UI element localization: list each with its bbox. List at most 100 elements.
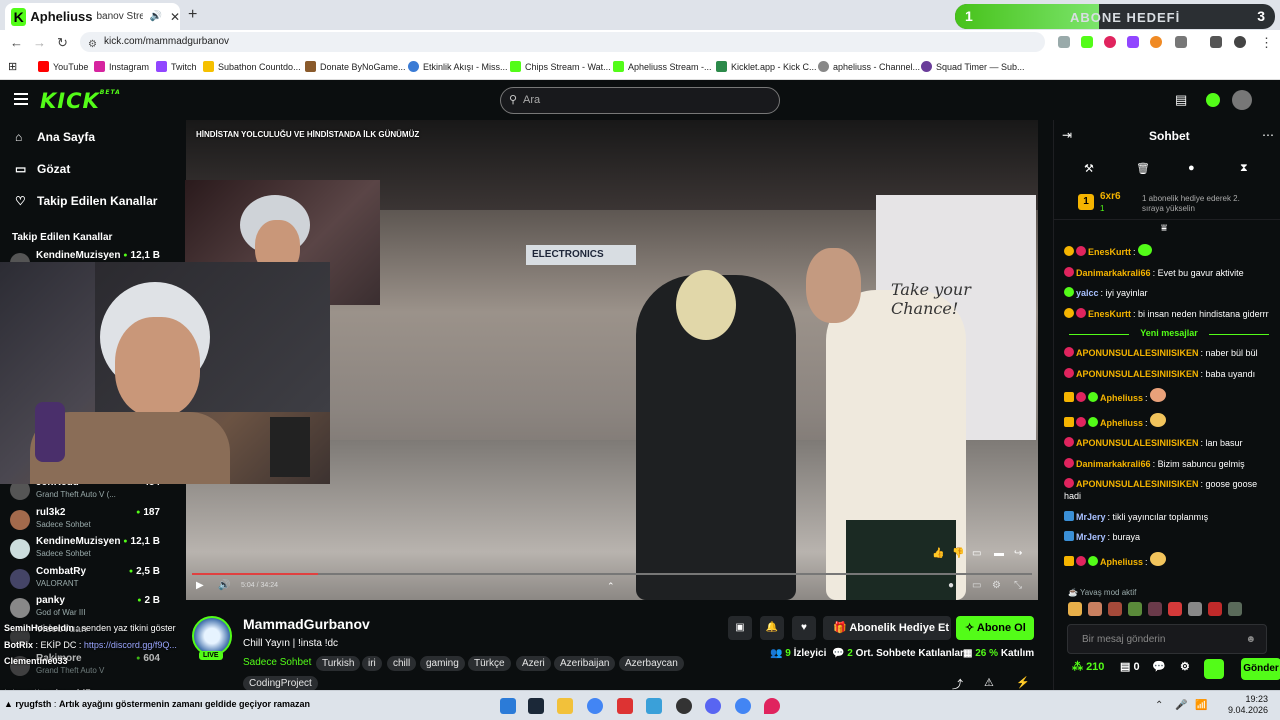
search-input[interactable]: ⚲ Ara — [500, 87, 780, 114]
tag[interactable]: Azerbaycan — [619, 656, 684, 671]
subscribe-button[interactable]: ✧ Abone Ol — [956, 616, 1034, 640]
dislike-icon[interactable]: 👎 — [952, 548, 964, 559]
channel-item[interactable]: KendineMuzisyenSadece Sohbet12,1 B — [10, 536, 160, 564]
browser-tab[interactable]: K Apheliuss banov Stream 🔊 ✕ — [5, 3, 180, 30]
kick-logo[interactable]: KICKBETA — [40, 89, 121, 113]
profile-avatar[interactable] — [1234, 36, 1246, 48]
kick-bot-icon[interactable] — [1204, 659, 1224, 679]
extension-icon[interactable] — [1081, 36, 1093, 48]
streamer-avatar[interactable] — [192, 616, 232, 656]
bookmark[interactable]: Donate ByNoGame... — [305, 61, 406, 72]
extensions-puzzle-icon[interactable] — [1175, 36, 1187, 48]
steam-icon[interactable] — [528, 698, 544, 714]
emote[interactable] — [1088, 602, 1102, 616]
share-icon[interactable]: ↪ — [1014, 548, 1022, 559]
emote[interactable] — [1068, 602, 1082, 616]
emote[interactable] — [1208, 602, 1222, 616]
kick-coin-icon[interactable] — [1206, 93, 1220, 107]
chat-mode-icon[interactable]: ● — [1188, 162, 1195, 174]
bookmark[interactable]: Twitch — [156, 61, 197, 72]
speaker-icon[interactable]: 🔊 — [149, 11, 161, 22]
emote[interactable] — [1188, 602, 1202, 616]
channel-points[interactable]: ⁂ 210 — [1072, 660, 1104, 673]
bookmark[interactable]: apheliuss - Channel... — [818, 61, 920, 72]
emote[interactable] — [1168, 602, 1182, 616]
site-info-icon[interactable]: ⚙ — [88, 35, 97, 55]
chrome-icon[interactable] — [587, 698, 603, 714]
channel-item[interactable]: rul3k2Sadece Sohbet187 — [10, 507, 160, 535]
windows-start-icon[interactable] — [500, 698, 516, 714]
report-icon[interactable]: ⚠ — [984, 676, 994, 689]
chat-menu-icon[interactable]: ⋯ — [1262, 128, 1274, 142]
tag[interactable]: chill — [387, 656, 417, 671]
clip-button[interactable]: ▣ — [728, 616, 752, 640]
more-icon[interactable]: ⚡ — [1016, 676, 1030, 689]
location-pin-icon[interactable] — [764, 698, 780, 714]
tag[interactable]: Azeri — [516, 656, 551, 671]
wifi-icon[interactable]: 📶 — [1195, 700, 1207, 711]
channel-item[interactable]: pankyGod of War III2 B — [10, 595, 160, 623]
trash-icon[interactable]: 🗑 — [1136, 162, 1150, 175]
app-icon[interactable] — [617, 698, 633, 714]
bookmark[interactable]: Squad Timer — Sub... — [921, 61, 1025, 72]
sidebar-item-browse[interactable]: ▭ Gözat — [15, 162, 70, 176]
bookmark[interactable]: Etkinlik Akışı - Miss... — [408, 61, 508, 72]
chat-message-input[interactable]: Bir mesaj gönderin ☻ — [1067, 624, 1267, 654]
url-field[interactable]: ⚙ kick.com/mammadgurbanov — [80, 32, 1045, 52]
emoji-icon[interactable]: ☻ — [1245, 625, 1256, 655]
bookmark[interactable]: Instagram — [94, 61, 149, 72]
system-clock[interactable]: 19:23 9.04.2026 — [1213, 694, 1268, 716]
tag[interactable]: Türkçe — [468, 656, 511, 671]
bell-icon[interactable]: 🔔 — [760, 616, 784, 640]
comment-icon[interactable]: ▭ — [972, 548, 981, 559]
fullscreen-icon[interactable]: ⤡ — [1014, 580, 1022, 591]
ticket-icon[interactable]: ▤ — [1175, 92, 1187, 108]
bookmark[interactable]: Chips Stream - Wat... — [510, 61, 611, 72]
obs-icon[interactable] — [676, 698, 692, 714]
menu-dots-icon[interactable]: ⋮ — [1260, 35, 1273, 51]
mod-hammer-icon[interactable]: ⚒ — [1084, 162, 1094, 175]
filter-icon[interactable]: ⩸ — [1161, 223, 1167, 234]
tag[interactable]: iri — [362, 656, 382, 671]
streamer-name[interactable]: MammadGurbanov — [243, 616, 370, 632]
volume-icon[interactable]: 🔊 — [218, 580, 230, 591]
user-avatar[interactable] — [1232, 90, 1252, 110]
sidebar-item-home[interactable]: ⌂ Ana Sayfa — [15, 130, 95, 144]
channel-item[interactable]: CombatRyVALORANT2,5 B — [10, 566, 160, 594]
play-icon[interactable]: ▶ — [196, 580, 204, 591]
extension-icon[interactable] — [1127, 36, 1139, 48]
bookmark[interactable]: Kicklet.app - Kick C... — [716, 61, 817, 72]
reading-list-icon[interactable] — [1210, 36, 1222, 48]
hourglass-icon[interactable]: ⧗ — [1240, 162, 1248, 175]
captions-icon[interactable]: ▭ — [972, 580, 981, 591]
reload-icon[interactable]: ↻ — [57, 35, 68, 51]
settings-dot-icon[interactable]: ● — [948, 580, 954, 591]
bookmark[interactable]: Apheliuss Stream -... — [613, 61, 712, 72]
new-tab-button[interactable]: + — [188, 6, 197, 24]
gift-subscription-button[interactable]: 🎁 Abonelik Hediye Et — [823, 616, 951, 640]
gear-icon[interactable]: ⚙ — [1180, 660, 1190, 673]
video-progress-bar[interactable] — [192, 573, 1032, 575]
gear-icon[interactable]: ⚙ — [992, 580, 1001, 591]
tray-chevron-icon[interactable]: ⌃ — [1155, 700, 1163, 711]
sidebar-item-following[interactable]: ♡ Takip Edilen Kanallar — [15, 194, 157, 208]
emote[interactable] — [1108, 602, 1122, 616]
stream-category[interactable]: Sadece Sohbet — [243, 657, 311, 668]
emote[interactable] — [1128, 602, 1142, 616]
chrome-icon[interactable] — [735, 698, 751, 714]
emote[interactable] — [1148, 602, 1162, 616]
extension-icon[interactable] — [1104, 36, 1116, 48]
app-icon[interactable] — [646, 698, 662, 714]
store-count[interactable]: ▤ 0 — [1120, 660, 1140, 673]
chat-bubble-icon[interactable]: 💬 — [1152, 660, 1166, 673]
bookmark[interactable]: Subathon Countdo... — [203, 61, 301, 72]
tag[interactable]: CodingProject — [243, 676, 318, 691]
extension-icon[interactable] — [1058, 36, 1070, 48]
tag[interactable]: Turkish — [316, 656, 361, 671]
microphone-icon[interactable]: 🎤 — [1175, 700, 1187, 711]
follow-heart-button[interactable]: ♥ — [792, 616, 816, 640]
like-icon[interactable]: 👍 — [932, 548, 944, 559]
tag[interactable]: gaming — [420, 656, 465, 671]
collapse-chat-icon[interactable]: ⇥ — [1062, 128, 1072, 142]
send-button[interactable]: Gönder — [1241, 658, 1280, 680]
